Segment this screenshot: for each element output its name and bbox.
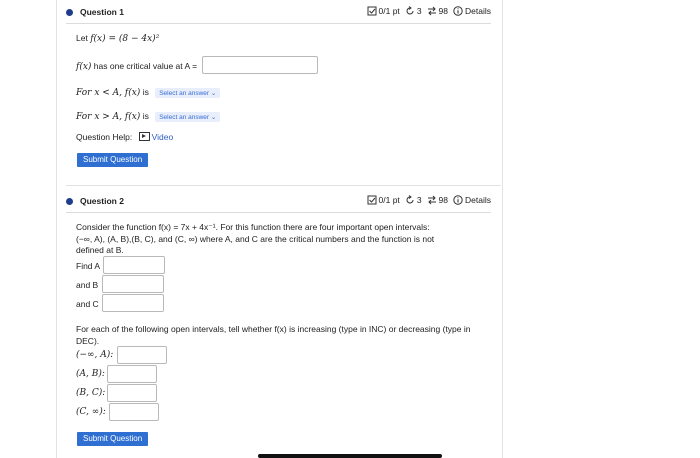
video-icon bbox=[138, 132, 150, 141]
q1-critical-prompt: f(x) has one critical value at A = bbox=[76, 61, 198, 72]
interval-4-input[interactable] bbox=[109, 403, 159, 421]
q2-description-line-3: defined at B. bbox=[76, 245, 124, 255]
interval-2-input[interactable] bbox=[107, 365, 157, 383]
question-divider bbox=[66, 185, 501, 186]
swap-icon bbox=[427, 6, 436, 16]
retry-icon bbox=[406, 195, 414, 204]
interval-3-input[interactable] bbox=[107, 384, 157, 402]
a-input[interactable] bbox=[103, 256, 165, 274]
interval-3-label: (B, C): bbox=[76, 388, 106, 398]
question-1-header: Question 1 0/1 pt 3 98 Details bbox=[66, 3, 491, 24]
q2-description-line-2: (−∞, A), (A, B),(B, C), and (C, ∞) where… bbox=[76, 234, 435, 244]
and-c-label: and C bbox=[76, 299, 99, 309]
b-input[interactable] bbox=[102, 275, 164, 293]
q1-function-statement: Let f(x) = (8 − 4x)² bbox=[76, 33, 160, 44]
checkbox-icon bbox=[367, 195, 377, 205]
video-link[interactable]: Video bbox=[152, 132, 174, 142]
retry-indicator: 3 bbox=[405, 6, 422, 16]
question-help: Question Help: Video bbox=[76, 132, 174, 142]
q1-left-interval-line: For x < A, f(x) is Select an answer ⌄ bbox=[76, 87, 221, 98]
q1-right-interval-line: For x > A, f(x) is Select an answer ⌄ bbox=[76, 111, 221, 122]
score-indicator: 0/1 pt bbox=[367, 6, 400, 16]
right-interval-select[interactable]: Select an answer ⌄ bbox=[155, 111, 221, 122]
horizontal-scrollbar[interactable] bbox=[258, 454, 442, 458]
status-dot-icon bbox=[66, 198, 73, 205]
details-link[interactable]: Details bbox=[453, 6, 491, 16]
q2-monotonic-instructions-1: For each of the following open intervals… bbox=[76, 324, 471, 334]
q2-monotonic-instructions-2: DEC). bbox=[76, 336, 100, 346]
retry-indicator: 3 bbox=[405, 195, 422, 205]
question-1-meta: 0/1 pt 3 98 Details bbox=[367, 6, 491, 16]
critical-value-input[interactable] bbox=[202, 56, 318, 74]
question-2-header: Question 2 0/1 pt 3 98 Details bbox=[66, 192, 491, 213]
interval-2-label: (A, B): bbox=[76, 369, 105, 379]
attempts-indicator: 98 bbox=[427, 6, 448, 16]
find-a-label: Find A bbox=[76, 261, 101, 271]
q2-description-line-1: Consider the function f(x) = 7x + 4x⁻¹. … bbox=[76, 222, 430, 232]
interval-1-input[interactable] bbox=[117, 346, 167, 364]
info-icon bbox=[453, 6, 463, 16]
c-input[interactable] bbox=[102, 294, 164, 312]
left-interval-select[interactable]: Select an answer ⌄ bbox=[155, 87, 221, 98]
info-icon bbox=[453, 195, 463, 205]
attempts-indicator: 98 bbox=[427, 195, 448, 205]
question-2-meta: 0/1 pt 3 98 Details bbox=[367, 195, 491, 205]
checkbox-icon bbox=[367, 6, 377, 16]
score-indicator: 0/1 pt bbox=[367, 195, 400, 205]
interval-1-label: (−∞, A): bbox=[76, 350, 114, 360]
swap-icon bbox=[427, 195, 436, 205]
retry-icon bbox=[406, 6, 414, 15]
q2-submit-button[interactable]: Submit Question bbox=[77, 432, 149, 446]
and-b-label: and B bbox=[76, 280, 99, 290]
question-1-title: Question 1 bbox=[80, 7, 124, 17]
q1-submit-button[interactable]: Submit Question bbox=[77, 153, 149, 167]
question-2-title: Question 2 bbox=[80, 196, 124, 206]
interval-4-label: (C, ∞): bbox=[76, 407, 106, 417]
details-link[interactable]: Details bbox=[453, 195, 491, 205]
status-dot-icon bbox=[66, 9, 73, 16]
